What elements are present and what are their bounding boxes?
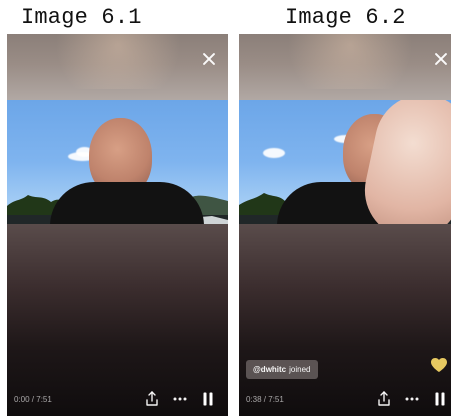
more-icon[interactable] (172, 390, 188, 408)
background-glow (273, 34, 427, 89)
cloud (263, 148, 285, 158)
pause-icon[interactable] (434, 390, 446, 408)
video-timestamp: 0:38 / 7:51 (246, 395, 284, 404)
video-controls: 0:38 / 7:51 (239, 390, 451, 408)
left-image-caption: Image 6.1 (21, 5, 142, 30)
heart-icon[interactable] (430, 357, 448, 373)
right-image-caption: Image 6.2 (285, 5, 406, 30)
close-icon[interactable] (201, 51, 217, 67)
share-icon[interactable] (377, 390, 391, 408)
video-frame (239, 100, 451, 224)
share-icon[interactable] (145, 390, 159, 408)
video-frame (7, 100, 228, 224)
close-icon[interactable] (433, 51, 449, 67)
video-timestamp: 0:00 / 7:51 (14, 395, 52, 404)
cropped-heading-fragment (258, 0, 388, 3)
join-username: @dwhitc (253, 365, 287, 374)
pause-icon[interactable] (202, 390, 214, 408)
blurred-background (7, 34, 228, 416)
background-glow (41, 34, 195, 89)
right-phone-screen: @dwhitc joined 0:38 / 7:51 (239, 34, 451, 416)
left-phone-screen: 0:00 / 7:51 (7, 34, 228, 416)
video-controls: 0:00 / 7:51 (7, 390, 228, 408)
join-text: joined (289, 365, 311, 374)
person-torso (50, 182, 204, 224)
top-caption-area: Image 6.1 Image 6.2 (0, 0, 451, 32)
cropped-heading-fragment (107, 0, 227, 3)
join-toast: @dwhitc joined (246, 360, 318, 379)
more-icon[interactable] (404, 390, 420, 408)
blurred-background (239, 34, 451, 416)
